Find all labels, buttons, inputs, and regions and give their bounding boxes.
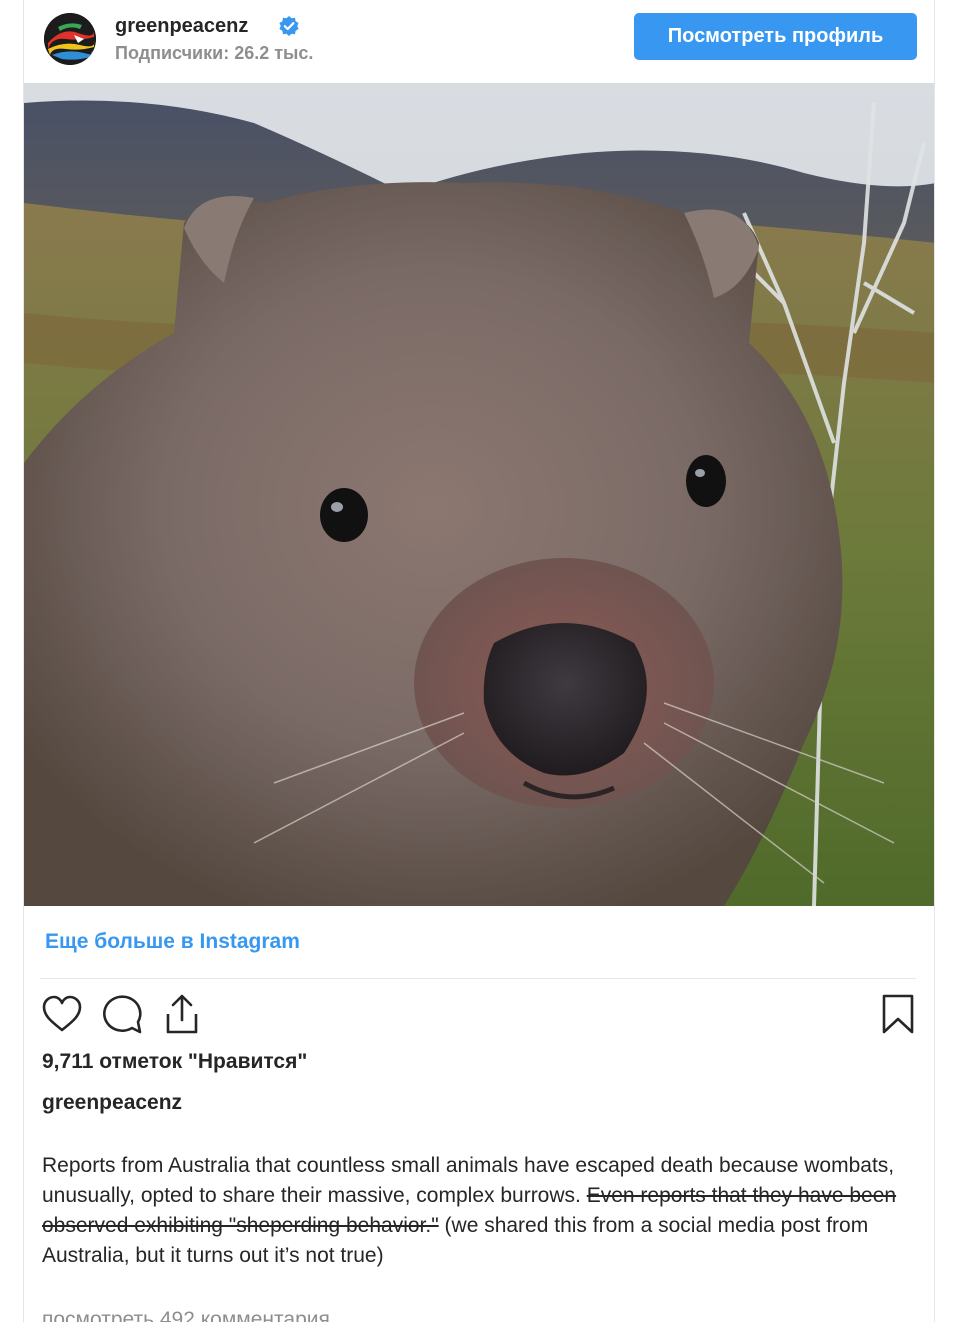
share-icon[interactable] xyxy=(160,992,204,1036)
heart-icon[interactable] xyxy=(40,992,84,1036)
divider xyxy=(40,978,916,979)
post-actions xyxy=(40,992,920,1038)
verified-badge-icon xyxy=(279,16,299,36)
comment-icon[interactable] xyxy=(100,992,144,1036)
view-comments-link[interactable]: посмотреть 492 комментария xyxy=(42,1308,330,1322)
view-profile-button[interactable]: Посмотреть профиль xyxy=(634,13,917,60)
username[interactable]: greenpeacenz xyxy=(115,15,248,38)
follower-count: Подписчики: 26.2 тыс. xyxy=(115,43,314,63)
wombat-photo-image xyxy=(24,83,934,906)
instagram-embed-card: greenpeacenz Подписчики: 26.2 тыс. Посмо… xyxy=(23,0,935,1322)
post-header: greenpeacenz Подписчики: 26.2 тыс. Посмо… xyxy=(24,0,934,82)
avatar[interactable] xyxy=(44,13,96,65)
post-caption: Reports from Australia that countless sm… xyxy=(42,1151,912,1271)
more-on-instagram-link[interactable]: Еще больше в Instagram xyxy=(45,930,300,954)
caption-username[interactable]: greenpeacenz xyxy=(42,1091,182,1115)
like-count[interactable]: 9,711 отметок "Нравится" xyxy=(42,1050,307,1074)
bookmark-icon[interactable] xyxy=(876,992,920,1036)
post-photo[interactable] xyxy=(24,83,934,906)
greenpeace-logo-icon xyxy=(44,13,96,65)
